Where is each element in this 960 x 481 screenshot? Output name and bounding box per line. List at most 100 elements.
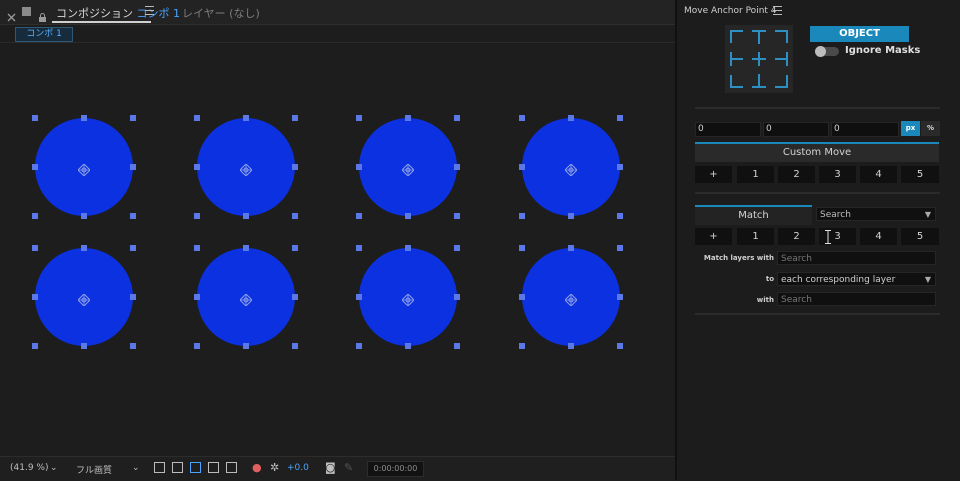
custom-move-button-4[interactable]: 4: [860, 166, 897, 183]
close-icon[interactable]: [7, 7, 16, 22]
transform-handle[interactable]: [568, 213, 574, 219]
grid-icon[interactable]: [208, 462, 219, 473]
anchor-point-icon[interactable]: [77, 161, 91, 177]
transform-handle[interactable]: [243, 343, 249, 349]
transform-handle[interactable]: [194, 245, 200, 251]
transform-handle[interactable]: [194, 213, 200, 219]
tab-layer[interactable]: レイヤー (なし): [182, 5, 260, 21]
exposure-value[interactable]: +0.0: [287, 463, 309, 473]
transform-handle[interactable]: [32, 213, 38, 219]
anchor-middle-left-button[interactable]: [727, 49, 747, 69]
transform-handle[interactable]: [194, 343, 200, 349]
tab-match[interactable]: Match: [695, 205, 812, 225]
transform-handle[interactable]: [356, 294, 362, 300]
transform-handle[interactable]: [405, 245, 411, 251]
transform-handle[interactable]: [356, 213, 362, 219]
transform-handle[interactable]: [617, 294, 623, 300]
color-channels-icon[interactable]: ●: [252, 461, 262, 474]
region-of-interest-icon[interactable]: [154, 462, 165, 473]
unit-percent-button[interactable]: %: [921, 121, 940, 136]
transform-handle[interactable]: [454, 213, 460, 219]
transform-handle[interactable]: [617, 245, 623, 251]
anchor-point-icon[interactable]: [239, 291, 253, 307]
square-icon[interactable]: [22, 7, 31, 16]
transform-handle[interactable]: [32, 115, 38, 121]
custom-move-button-2[interactable]: 2: [778, 166, 815, 183]
transform-handle[interactable]: [130, 213, 136, 219]
transform-handle[interactable]: [519, 245, 525, 251]
z-offset-input[interactable]: 0: [831, 122, 899, 137]
anchor-top-right-button[interactable]: [771, 27, 791, 47]
transform-handle[interactable]: [519, 164, 525, 170]
transform-handle[interactable]: [454, 115, 460, 121]
transform-handle[interactable]: [405, 343, 411, 349]
transform-handle[interactable]: [519, 213, 525, 219]
transform-handle[interactable]: [32, 245, 38, 251]
custom-move-button-add[interactable]: +: [695, 166, 732, 183]
transform-handle[interactable]: [32, 343, 38, 349]
transform-handle[interactable]: [519, 115, 525, 121]
composition-viewer[interactable]: [0, 43, 675, 456]
transform-handle[interactable]: [243, 245, 249, 251]
anchor-point-icon[interactable]: [77, 291, 91, 307]
anchor-top-center-button[interactable]: [749, 27, 769, 47]
comp-breadcrumb-tab[interactable]: コンポ 1: [15, 27, 73, 42]
transform-handle[interactable]: [194, 294, 200, 300]
transform-handle[interactable]: [617, 213, 623, 219]
timecode-display[interactable]: 0:00:00:00: [367, 461, 424, 477]
target-layer-select[interactable]: each corresponding layer ▼: [777, 272, 936, 286]
transparency-icon[interactable]: [172, 462, 183, 473]
anchor-center-button[interactable]: [749, 49, 769, 69]
custom-move-button[interactable]: Custom Move: [695, 142, 939, 162]
transform-handle[interactable]: [405, 213, 411, 219]
custom-move-button-5[interactable]: 5: [901, 166, 939, 183]
transform-handle[interactable]: [292, 213, 298, 219]
y-offset-input[interactable]: 0: [763, 122, 829, 137]
anchor-bottom-center-button[interactable]: [749, 71, 769, 91]
transform-handle[interactable]: [32, 164, 38, 170]
lock-icon[interactable]: [38, 7, 47, 22]
transform-handle[interactable]: [130, 294, 136, 300]
match-button-5[interactable]: 5: [901, 228, 939, 245]
transform-handle[interactable]: [81, 343, 87, 349]
transform-handle[interactable]: [454, 294, 460, 300]
with-search-input[interactable]: Search: [777, 292, 936, 306]
custom-move-button-1[interactable]: 1: [737, 166, 774, 183]
match-search-select[interactable]: Search ▼: [816, 207, 936, 221]
transform-handle[interactable]: [130, 115, 136, 121]
match-layers-search-input[interactable]: Search: [777, 251, 936, 265]
transform-handle[interactable]: [454, 343, 460, 349]
zoom-level[interactable]: (41.9 %): [10, 463, 48, 473]
transform-handle[interactable]: [243, 115, 249, 121]
transform-handle[interactable]: [617, 115, 623, 121]
match-button-4[interactable]: 4: [860, 228, 897, 245]
transform-handle[interactable]: [568, 245, 574, 251]
custom-move-button-3[interactable]: 3: [819, 166, 856, 183]
transform-handle[interactable]: [568, 343, 574, 349]
anchor-middle-right-button[interactable]: [771, 49, 791, 69]
transform-handle[interactable]: [81, 115, 87, 121]
transform-handle[interactable]: [81, 245, 87, 251]
transform-handle[interactable]: [356, 115, 362, 121]
transform-handle[interactable]: [292, 245, 298, 251]
transform-handle[interactable]: [617, 343, 623, 349]
menu-icon[interactable]: [145, 6, 154, 15]
transform-handle[interactable]: [356, 164, 362, 170]
guides-icon[interactable]: [226, 462, 237, 473]
transform-handle[interactable]: [243, 213, 249, 219]
transform-handle[interactable]: [292, 343, 298, 349]
anchor-point-icon[interactable]: [401, 161, 415, 177]
match-button-1[interactable]: 1: [737, 228, 774, 245]
anchor-bottom-right-button[interactable]: [771, 71, 791, 91]
transform-handle[interactable]: [454, 245, 460, 251]
match-button-2[interactable]: 2: [778, 228, 815, 245]
transform-handle[interactable]: [617, 164, 623, 170]
camera-icon[interactable]: ◙: [325, 461, 336, 474]
unit-px-button[interactable]: px: [901, 121, 920, 136]
chevron-down-icon[interactable]: ⌄: [50, 463, 58, 473]
transform-handle[interactable]: [519, 294, 525, 300]
mask-icon[interactable]: [190, 462, 201, 473]
transform-handle[interactable]: [356, 245, 362, 251]
transform-handle[interactable]: [405, 115, 411, 121]
transform-handle[interactable]: [292, 115, 298, 121]
